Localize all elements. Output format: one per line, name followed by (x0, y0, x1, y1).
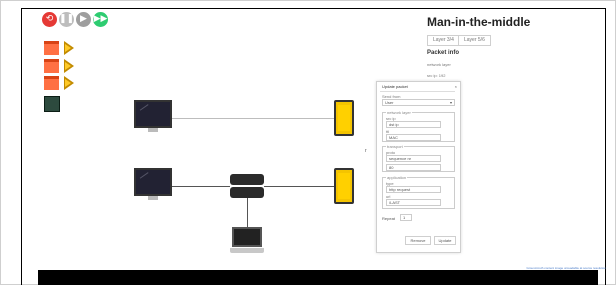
update-packet-dialog: Update packet × Send from User ▾ network… (376, 81, 461, 253)
remove-button[interactable]: Remove (405, 236, 431, 245)
monitor-icon (134, 100, 172, 128)
send-from-value: User (385, 100, 394, 105)
play-icon: ▶ (80, 14, 87, 24)
fast-forward-button[interactable]: ▶▶ (93, 12, 108, 27)
text-input[interactable]: http request (386, 186, 441, 193)
bottom-bar (38, 270, 598, 285)
window-left-border (21, 8, 22, 285)
reset-icon: ⟲ (45, 14, 54, 24)
computer-top[interactable] (134, 100, 172, 132)
play-button[interactable]: ▶ (76, 12, 91, 27)
wire-router-phone (264, 186, 336, 187)
pause-icon: ❚❚ (59, 14, 75, 24)
terminal-icon[interactable] (44, 96, 60, 112)
text-input[interactable]: 80 (386, 164, 441, 171)
fast-forward-icon: ▶▶ (93, 14, 108, 24)
packet-info-field: src ip: 192 (427, 73, 446, 78)
fieldset-network: network layer src ip dst ip ttl MAC (382, 110, 455, 142)
wire-router-laptop (247, 198, 248, 227)
input-value: http request (389, 187, 411, 192)
close-icon[interactable]: × (455, 84, 457, 89)
fieldset-transport: transport proto sequence nr 80 (382, 144, 455, 172)
repeat-label: Repeat (382, 216, 395, 221)
chevron-down-icon: ▾ (449, 100, 452, 105)
monitor-icon (134, 168, 172, 196)
update-button[interactable]: Update (434, 236, 456, 245)
dialog-title: Update packet (382, 84, 408, 89)
packet-info-subtitle: network layer (427, 62, 451, 67)
text-input[interactable]: sequence nr (386, 155, 441, 162)
computer-bottom[interactable] (134, 168, 172, 200)
tab-layer-5-6[interactable]: Layer 5/6 (458, 35, 491, 46)
layer-toggle-2[interactable] (44, 59, 84, 75)
cursor-marker: r (365, 148, 367, 154)
layer-toggle-3[interactable] (44, 76, 84, 92)
fieldset-legend: application (386, 175, 408, 180)
input-value: sequence nr (389, 156, 412, 161)
text-input[interactable]: dst ip (386, 121, 441, 128)
packet-info-title: Packet info (427, 50, 460, 56)
fieldset-legend: transport (386, 144, 404, 149)
reset-button[interactable]: ⟲ (42, 12, 57, 27)
router-icon (230, 174, 264, 185)
phone-bottom[interactable] (334, 168, 354, 204)
layer-box-icon (44, 41, 59, 55)
repeat-input[interactable]: 1 (400, 214, 412, 221)
fieldset-application: application type http request url /LAST (382, 175, 455, 209)
wire-top (172, 118, 335, 119)
text-input[interactable]: MAC (386, 134, 441, 141)
laptop-icon (232, 227, 262, 247)
network-canvas[interactable] (38, 10, 598, 270)
input-value: dst ip (389, 122, 399, 127)
layer-box-icon (44, 59, 59, 73)
laptop[interactable] (230, 227, 264, 253)
router-attacker[interactable] (230, 174, 264, 198)
input-value: /LAST (389, 200, 401, 205)
input-value: MAC (389, 135, 398, 140)
wire-left-router (172, 186, 230, 187)
fieldset-legend: network layer (386, 110, 412, 115)
phone-icon (338, 105, 350, 131)
dialog-divider (380, 91, 455, 92)
window-top-border (21, 8, 606, 9)
phone-top[interactable] (334, 100, 354, 136)
input-value: 80 (389, 165, 394, 170)
pause-button[interactable]: ❚❚ (59, 12, 74, 27)
phone-icon (338, 173, 350, 199)
tab-layer-3-4[interactable]: Layer 3/4 (427, 35, 460, 46)
window-right-border (605, 8, 606, 285)
text-input[interactable]: /LAST (386, 199, 441, 206)
repeat-value: 1 (403, 215, 406, 220)
send-from-select[interactable]: User ▾ (382, 99, 455, 106)
page-title: Man-in-the-middle (427, 15, 531, 29)
layer-toggle-1[interactable] (44, 41, 84, 57)
layer-box-icon (44, 76, 59, 90)
